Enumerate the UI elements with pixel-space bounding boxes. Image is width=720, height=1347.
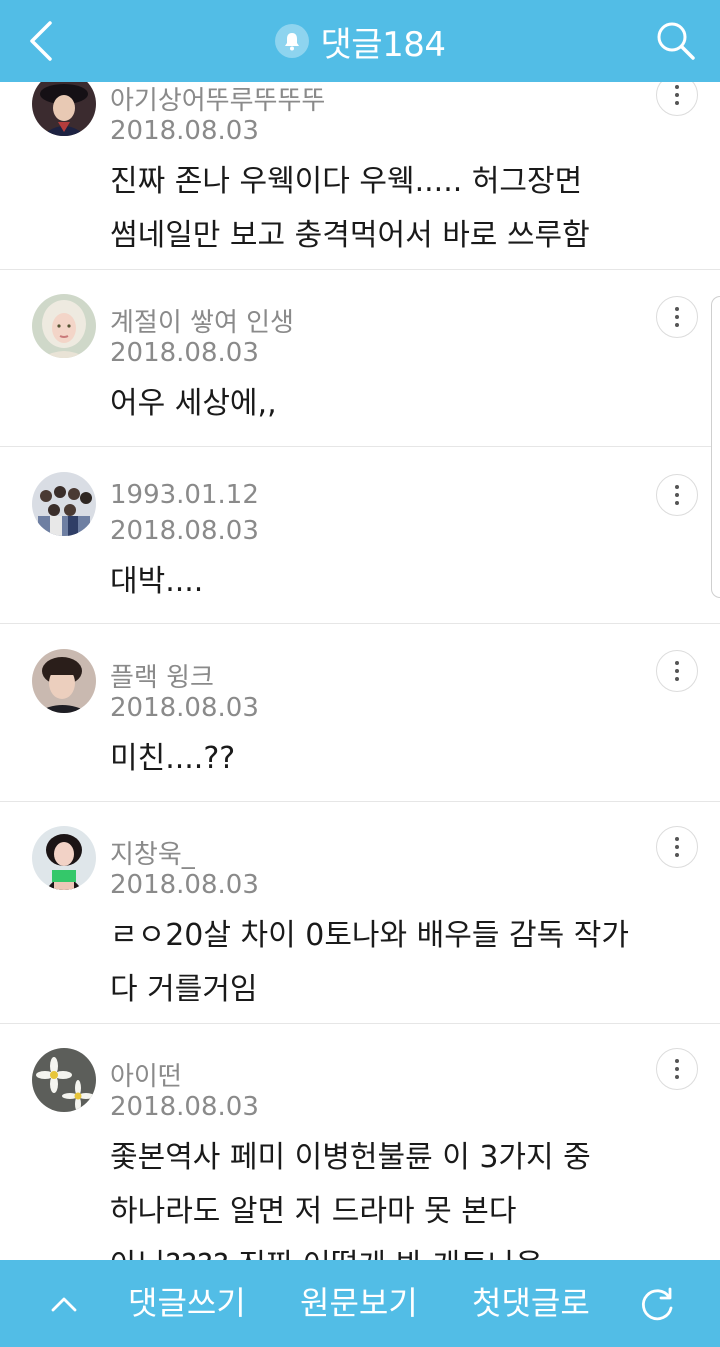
bottom-action-bar: 댓글쓰기 원문보기 첫댓글로 — [0, 1260, 720, 1347]
comment-line: 하나라도 알면 저 드라마 못 본다 — [110, 1194, 517, 1229]
scroll-indicator[interactable] — [711, 296, 720, 598]
more-options-button[interactable] — [656, 474, 698, 516]
more-vertical-icon — [675, 837, 679, 857]
comment-line: 좇본역사 페미 이병헌불륜 이 3가지 중 — [110, 1140, 591, 1175]
comment-nickname[interactable]: 1993.01.12 — [110, 480, 259, 510]
comment-item: 지창욱_ 2018.08.03 ㄹㅇ20살 차이 0토나와 배우들 감독 작가 … — [0, 802, 720, 1024]
more-vertical-icon — [675, 485, 679, 505]
comment-text: 대박.... — [110, 555, 670, 609]
avatar[interactable] — [32, 826, 96, 890]
comment-line: 어우 세상에,, — [110, 386, 277, 421]
comment-date: 2018.08.03 — [110, 693, 259, 723]
comment-date: 2018.08.03 — [110, 116, 259, 146]
comment-line: 미친....?? — [110, 741, 236, 776]
comment-nickname[interactable]: 아이떤 — [110, 1056, 182, 1093]
comment-nickname[interactable]: 아기상어뚜루뚜뚜뚜 — [110, 80, 325, 117]
comment-line: 아님???? 진짜 어떻게 봐 개토나옴 — [110, 1239, 670, 1260]
avatar[interactable] — [32, 294, 96, 358]
avatar[interactable] — [32, 472, 96, 536]
refresh-icon — [642, 1287, 673, 1321]
comment-item: 아이떤 2018.08.03 좇본역사 페미 이병헌불륜 이 3가지 중 하나라… — [0, 1024, 720, 1260]
more-vertical-icon — [675, 85, 679, 105]
more-options-button[interactable] — [656, 1048, 698, 1090]
notification-toggle[interactable] — [274, 24, 309, 58]
write-comment-button[interactable]: 댓글쓰기 — [128, 1260, 246, 1347]
comment-date: 2018.08.03 — [110, 1092, 259, 1122]
more-options-button[interactable] — [656, 826, 698, 868]
more-vertical-icon — [675, 1059, 679, 1079]
comment-list[interactable]: 아기상어뚜루뚜뚜뚜 2018.08.03 진짜 존나 우웩이다 우웩..... … — [0, 0, 720, 1260]
comment-item: 플랙 윙크 2018.08.03 미친....?? — [0, 624, 720, 802]
comment-text: 미친....?? — [110, 732, 670, 786]
comment-item: 1993.01.12 2018.08.03 대박.... — [0, 447, 720, 624]
comment-line: 썸네일만 보고 충격먹어서 바로 쓰루함 — [110, 218, 590, 253]
comment-text: 어우 세상에,, — [110, 377, 670, 431]
more-vertical-icon — [675, 307, 679, 327]
chevron-up-icon — [51, 1297, 77, 1312]
more-options-button[interactable] — [656, 296, 698, 338]
search-button[interactable] — [654, 19, 698, 63]
header-title-wrap: 댓글184 — [0, 0, 720, 82]
more-options-button[interactable] — [656, 650, 698, 692]
search-icon — [657, 22, 695, 60]
page-title: 댓글184 — [320, 24, 446, 65]
comment-item: 계절이 쌓여 인생 2018.08.03 어우 세상에,, — [0, 270, 720, 447]
header-bar: 댓글184 — [0, 0, 720, 82]
comment-date: 2018.08.03 — [110, 338, 259, 368]
comment-date: 2018.08.03 — [110, 870, 259, 900]
avatar[interactable] — [32, 649, 96, 713]
comment-text: 진짜 존나 우웩이다 우웩..... 허그장면 썸네일만 보고 충격먹어서 바로… — [110, 155, 670, 263]
refresh-button[interactable] — [636, 1284, 678, 1326]
comment-text: 좇본역사 페미 이병헌불륜 이 3가지 중 하나라도 알면 저 드라마 못 본다… — [110, 1131, 670, 1260]
comment-line: 대박.... — [110, 564, 204, 599]
comment-line: ㄹㅇ20살 차이 0토나와 배우들 감독 작가 — [110, 918, 629, 953]
first-comment-button[interactable]: 첫댓글로 — [472, 1260, 590, 1347]
comment-date: 2018.08.03 — [110, 516, 259, 546]
more-vertical-icon — [675, 661, 679, 681]
scroll-top-button[interactable] — [46, 1286, 82, 1322]
comment-nickname[interactable]: 플랙 윙크 — [110, 657, 214, 694]
comment-text: ㄹㅇ20살 차이 0토나와 배우들 감독 작가 다 거를거임 — [110, 909, 670, 1017]
avatar[interactable] — [32, 1048, 96, 1112]
view-original-button[interactable]: 원문보기 — [300, 1260, 418, 1347]
bell-icon — [284, 33, 299, 51]
comment-line: 다 거를거임 — [110, 972, 258, 1007]
comment-line: 진짜 존나 우웩이다 우웩..... 허그장면 — [110, 164, 583, 199]
comment-nickname[interactable]: 계절이 쌓여 인생 — [110, 302, 294, 339]
comment-nickname[interactable]: 지창욱_ — [110, 834, 195, 871]
